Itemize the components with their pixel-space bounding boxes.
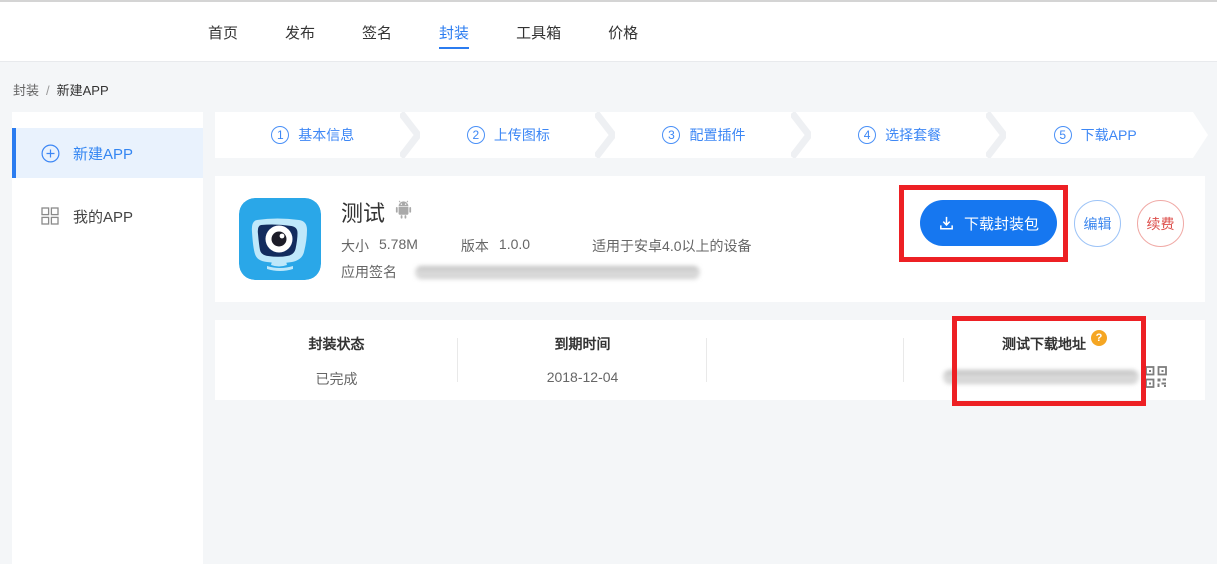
step-upload-icon[interactable]: 2 上传图标	[411, 112, 607, 158]
version-value: 1.0.0	[499, 236, 530, 256]
chevron-right-icon	[400, 112, 420, 158]
app-title: 测试	[341, 196, 385, 228]
breadcrumb-root[interactable]: 封装	[13, 83, 39, 98]
app-meta-row: 大小 5.78M 版本 1.0.0 适用于安卓4.0以上的设备	[341, 236, 752, 256]
app-signature-row: 应用签名	[341, 262, 700, 282]
version-label: 版本	[461, 236, 489, 256]
chevron-right-icon	[791, 112, 811, 158]
chevron-right-icon	[595, 112, 615, 158]
column-header: 封装状态	[309, 334, 365, 354]
step-number: 2	[467, 126, 485, 144]
breadcrumb-separator: /	[46, 83, 50, 98]
breadcrumb: 封装 / 新建APP	[13, 80, 109, 99]
grid-icon	[40, 206, 60, 226]
signature-value-blurred	[415, 266, 700, 279]
column-value: 2018-12-04	[547, 369, 619, 385]
sidebar-item-my-app[interactable]: 我的APP	[12, 191, 203, 241]
plus-circle-icon	[40, 143, 60, 163]
step-number: 4	[858, 126, 876, 144]
breadcrumb-current: 新建APP	[57, 83, 109, 98]
help-icon[interactable]: ?	[1091, 330, 1107, 346]
top-header: 首页 发布 签名 封装 工具箱 价格	[0, 2, 1217, 62]
download-package-button[interactable]: 下载封装包	[920, 200, 1057, 246]
renew-button[interactable]: 续费	[1137, 200, 1184, 247]
signature-label: 应用签名	[341, 262, 397, 282]
nav-item-signature[interactable]: 签名	[362, 2, 392, 62]
step-number: 3	[662, 126, 680, 144]
steps-bar-arrow-tip	[1193, 112, 1208, 158]
compatibility-text: 适用于安卓4.0以上的设备	[592, 236, 751, 256]
sidebar-item-new-app[interactable]: 新建APP	[12, 128, 203, 178]
download-button-label: 下载封装包	[964, 213, 1039, 234]
step-basic-info[interactable]: 1 基本信息	[215, 112, 411, 158]
nav-item-toolbox[interactable]: 工具箱	[516, 2, 561, 62]
status-col-empty	[707, 320, 904, 400]
status-col-package-state: 封装状态 已完成	[215, 320, 458, 400]
android-icon	[395, 200, 412, 224]
step-configure-plugins[interactable]: 3 配置插件	[606, 112, 802, 158]
column-header: 测试下载地址	[1002, 334, 1086, 354]
step-label: 上传图标	[494, 125, 550, 145]
download-url-blurred[interactable]	[943, 370, 1139, 384]
step-label: 下载APP	[1081, 125, 1137, 145]
edit-button[interactable]: 编辑	[1074, 200, 1121, 247]
sidebar-item-label: 我的APP	[73, 206, 133, 227]
column-header: 到期时间	[555, 334, 611, 354]
status-col-expiry: 到期时间 2018-12-04	[458, 320, 707, 400]
nav-item-publish[interactable]: 发布	[285, 2, 315, 62]
step-choose-plan[interactable]: 4 选择套餐	[802, 112, 998, 158]
size-label: 大小	[341, 236, 369, 256]
step-number: 1	[271, 126, 289, 144]
column-value: 已完成	[316, 369, 358, 389]
nav-item-package[interactable]: 封装	[439, 2, 469, 62]
sidebar: 新建APP 我的APP	[12, 112, 203, 564]
step-number: 5	[1054, 126, 1072, 144]
steps-bar: 1 基本信息 2 上传图标 3 配置插件 4 选择套餐 5 下载APP	[215, 112, 1193, 158]
step-download-app[interactable]: 5 下载APP	[997, 112, 1193, 158]
size-value: 5.78M	[379, 236, 418, 256]
step-label: 配置插件	[689, 125, 745, 145]
qr-code-icon[interactable]	[1145, 366, 1167, 388]
nav-item-home[interactable]: 首页	[208, 2, 238, 62]
step-label: 选择套餐	[885, 125, 941, 145]
main-nav: 首页 发布 签名 封装 工具箱 价格	[208, 2, 638, 62]
app-card: 测试 大小 5.78M 版本 1.0.0 适用于安卓4.0以上的设备 应用签名	[215, 176, 1205, 302]
nav-item-price[interactable]: 价格	[608, 2, 638, 62]
sidebar-item-label: 新建APP	[73, 143, 133, 164]
chevron-right-icon	[986, 112, 1006, 158]
status-panel: 封装状态 已完成 到期时间 2018-12-04 测试下载地址 ?	[215, 320, 1205, 400]
download-icon	[938, 215, 955, 232]
status-col-test-download: 测试下载地址 ?	[904, 320, 1205, 400]
step-label: 基本信息	[298, 125, 354, 145]
app-icon	[239, 198, 321, 280]
